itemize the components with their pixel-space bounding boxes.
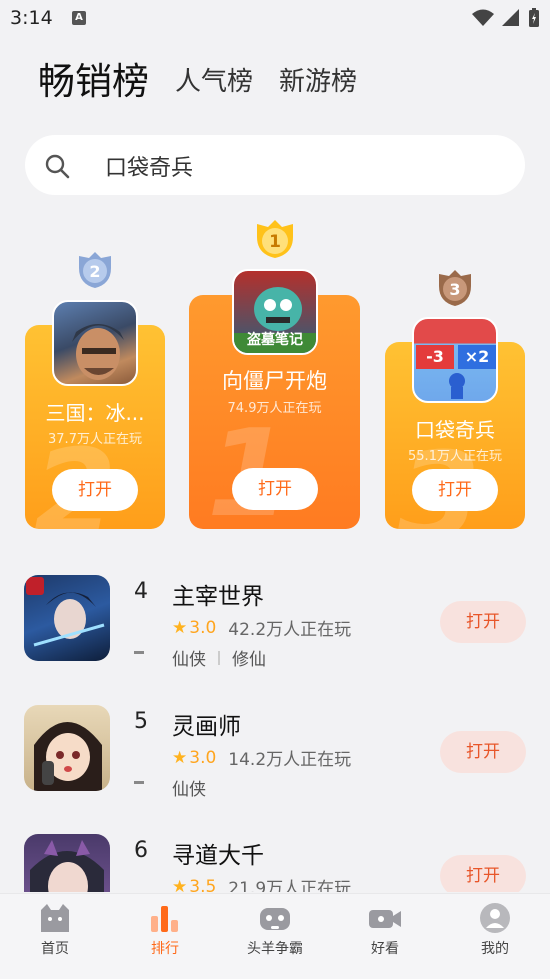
rating: 3.5	[189, 876, 217, 893]
nav-label: 头羊争霸	[247, 941, 303, 957]
game-icon-xundao	[24, 834, 110, 892]
nav-rank[interactable]: 排行	[110, 894, 220, 979]
rating: 3.0	[189, 747, 217, 768]
tag: 仙侠	[172, 650, 206, 670]
game-meta: ★ 3.0 14.2万人正在玩	[172, 745, 352, 771]
svg-text:3: 3	[449, 280, 460, 299]
list-item[interactable]: 5 灵画师 ★ 3.0 14.2万人正在玩 仙侠 打开	[0, 705, 550, 815]
open-button[interactable]: 打开	[232, 468, 318, 510]
status-icons	[472, 8, 540, 28]
game-meta: ★ 3.0 42.2万人正在玩	[172, 615, 352, 641]
signal-icon	[502, 9, 519, 26]
game-icon-zombie[interactable]: 盗墓笔记	[232, 269, 318, 355]
notification-a-icon: A	[72, 11, 86, 25]
search-input[interactable]: 口袋奇兵	[105, 150, 193, 182]
profile-icon	[480, 903, 510, 933]
search-icon	[45, 154, 70, 179]
podium-players-count: 55.1万人正在玩	[408, 449, 502, 464]
trend-flat-icon	[134, 781, 144, 784]
svg-text:2: 2	[89, 262, 100, 281]
nav-home[interactable]: 首页	[0, 894, 110, 979]
nav-label: 首页	[41, 941, 69, 957]
podium-big-number: 1	[207, 405, 291, 529]
status-bar: 3:14 A	[0, 0, 550, 40]
rank-bars-icon	[151, 906, 178, 932]
gamepad-icon	[260, 908, 290, 930]
players-count: 21.9万人正在玩	[228, 879, 352, 892]
bottom-nav: 首页 排行 头羊争霸 好看 我的	[0, 893, 550, 979]
players-count: 14.2万人正在玩	[228, 750, 352, 770]
players-count: 42.2万人正在玩	[228, 620, 352, 640]
star-icon: ★	[172, 747, 188, 768]
nav-battle[interactable]: 头羊争霸	[220, 894, 330, 979]
podium-game-name: 口袋奇兵	[415, 418, 495, 442]
open-button[interactable]: 打开	[412, 469, 498, 511]
svg-text:1: 1	[269, 232, 281, 252]
game-icon-pocket-troops[interactable]: -3 ×2	[412, 317, 498, 403]
rank-2-badge-icon: 2	[79, 252, 111, 288]
tag: 仙侠	[172, 780, 206, 800]
open-button[interactable]: 打开	[440, 855, 526, 892]
star-icon: ★	[172, 876, 188, 893]
game-icon-sanguo[interactable]	[52, 300, 138, 386]
ranking-tabs: 畅销榜 人气榜 新游榜	[38, 58, 383, 106]
nav-watch[interactable]: 好看	[330, 894, 440, 979]
battery-icon	[529, 8, 539, 27]
rank-number: 5	[134, 709, 148, 734]
open-button[interactable]: 打开	[440, 731, 526, 773]
podium-players-count: 37.7万人正在玩	[48, 432, 142, 447]
status-time: 3:14	[10, 7, 53, 29]
game-icon-zhuzai	[24, 575, 110, 661]
trend-flat-icon	[134, 651, 144, 654]
wifi-icon	[472, 9, 494, 26]
home-cat-icon	[41, 904, 69, 932]
open-button[interactable]: 打开	[52, 469, 138, 511]
star-icon: ★	[172, 617, 188, 638]
game-name: 主宰世界	[172, 584, 264, 610]
podium-game-name: 三国：冰...	[45, 401, 145, 425]
tag: 修仙	[232, 650, 266, 670]
nav-mine[interactable]: 我的	[440, 894, 550, 979]
game-icon-caption: 盗墓笔记	[247, 332, 303, 348]
rank-1-badge-icon: 1	[257, 220, 293, 258]
tag-divider	[218, 650, 220, 665]
list-item[interactable]: 4 主宰世界 ★ 3.0 42.2万人正在玩 仙侠 修仙 打开	[0, 575, 550, 685]
podium-players-count: 74.9万人正在玩	[227, 401, 322, 416]
tab-new-games[interactable]: 新游榜	[279, 58, 357, 106]
nav-label: 我的	[481, 941, 509, 957]
rating: 3.0	[189, 617, 217, 638]
nav-label: 好看	[371, 941, 399, 957]
rank-number: 4	[134, 579, 148, 604]
game-icon-linghuashi	[24, 705, 110, 791]
tab-popular[interactable]: 人气榜	[175, 58, 253, 106]
list-item[interactable]: 6 寻道大千 ★ 3.5 21.9万人正在玩 打开	[0, 834, 550, 892]
rank-number: 6	[134, 838, 148, 863]
game-name: 寻道大千	[172, 843, 264, 869]
game-name: 灵画师	[172, 714, 241, 740]
video-icon	[369, 910, 401, 928]
search-bar[interactable]: 口袋奇兵	[25, 135, 525, 195]
nav-label: 排行	[151, 941, 179, 957]
open-button[interactable]: 打开	[440, 601, 526, 643]
game-tags: 仙侠	[172, 775, 206, 800]
rank-3-badge-icon: 3	[439, 270, 471, 306]
game-tags: 仙侠 修仙	[172, 645, 266, 670]
tab-bestseller[interactable]: 畅销榜	[38, 58, 149, 106]
game-meta: ★ 3.5 21.9万人正在玩	[172, 874, 352, 893]
podium-game-name: 向僵尸开炮	[222, 369, 327, 393]
